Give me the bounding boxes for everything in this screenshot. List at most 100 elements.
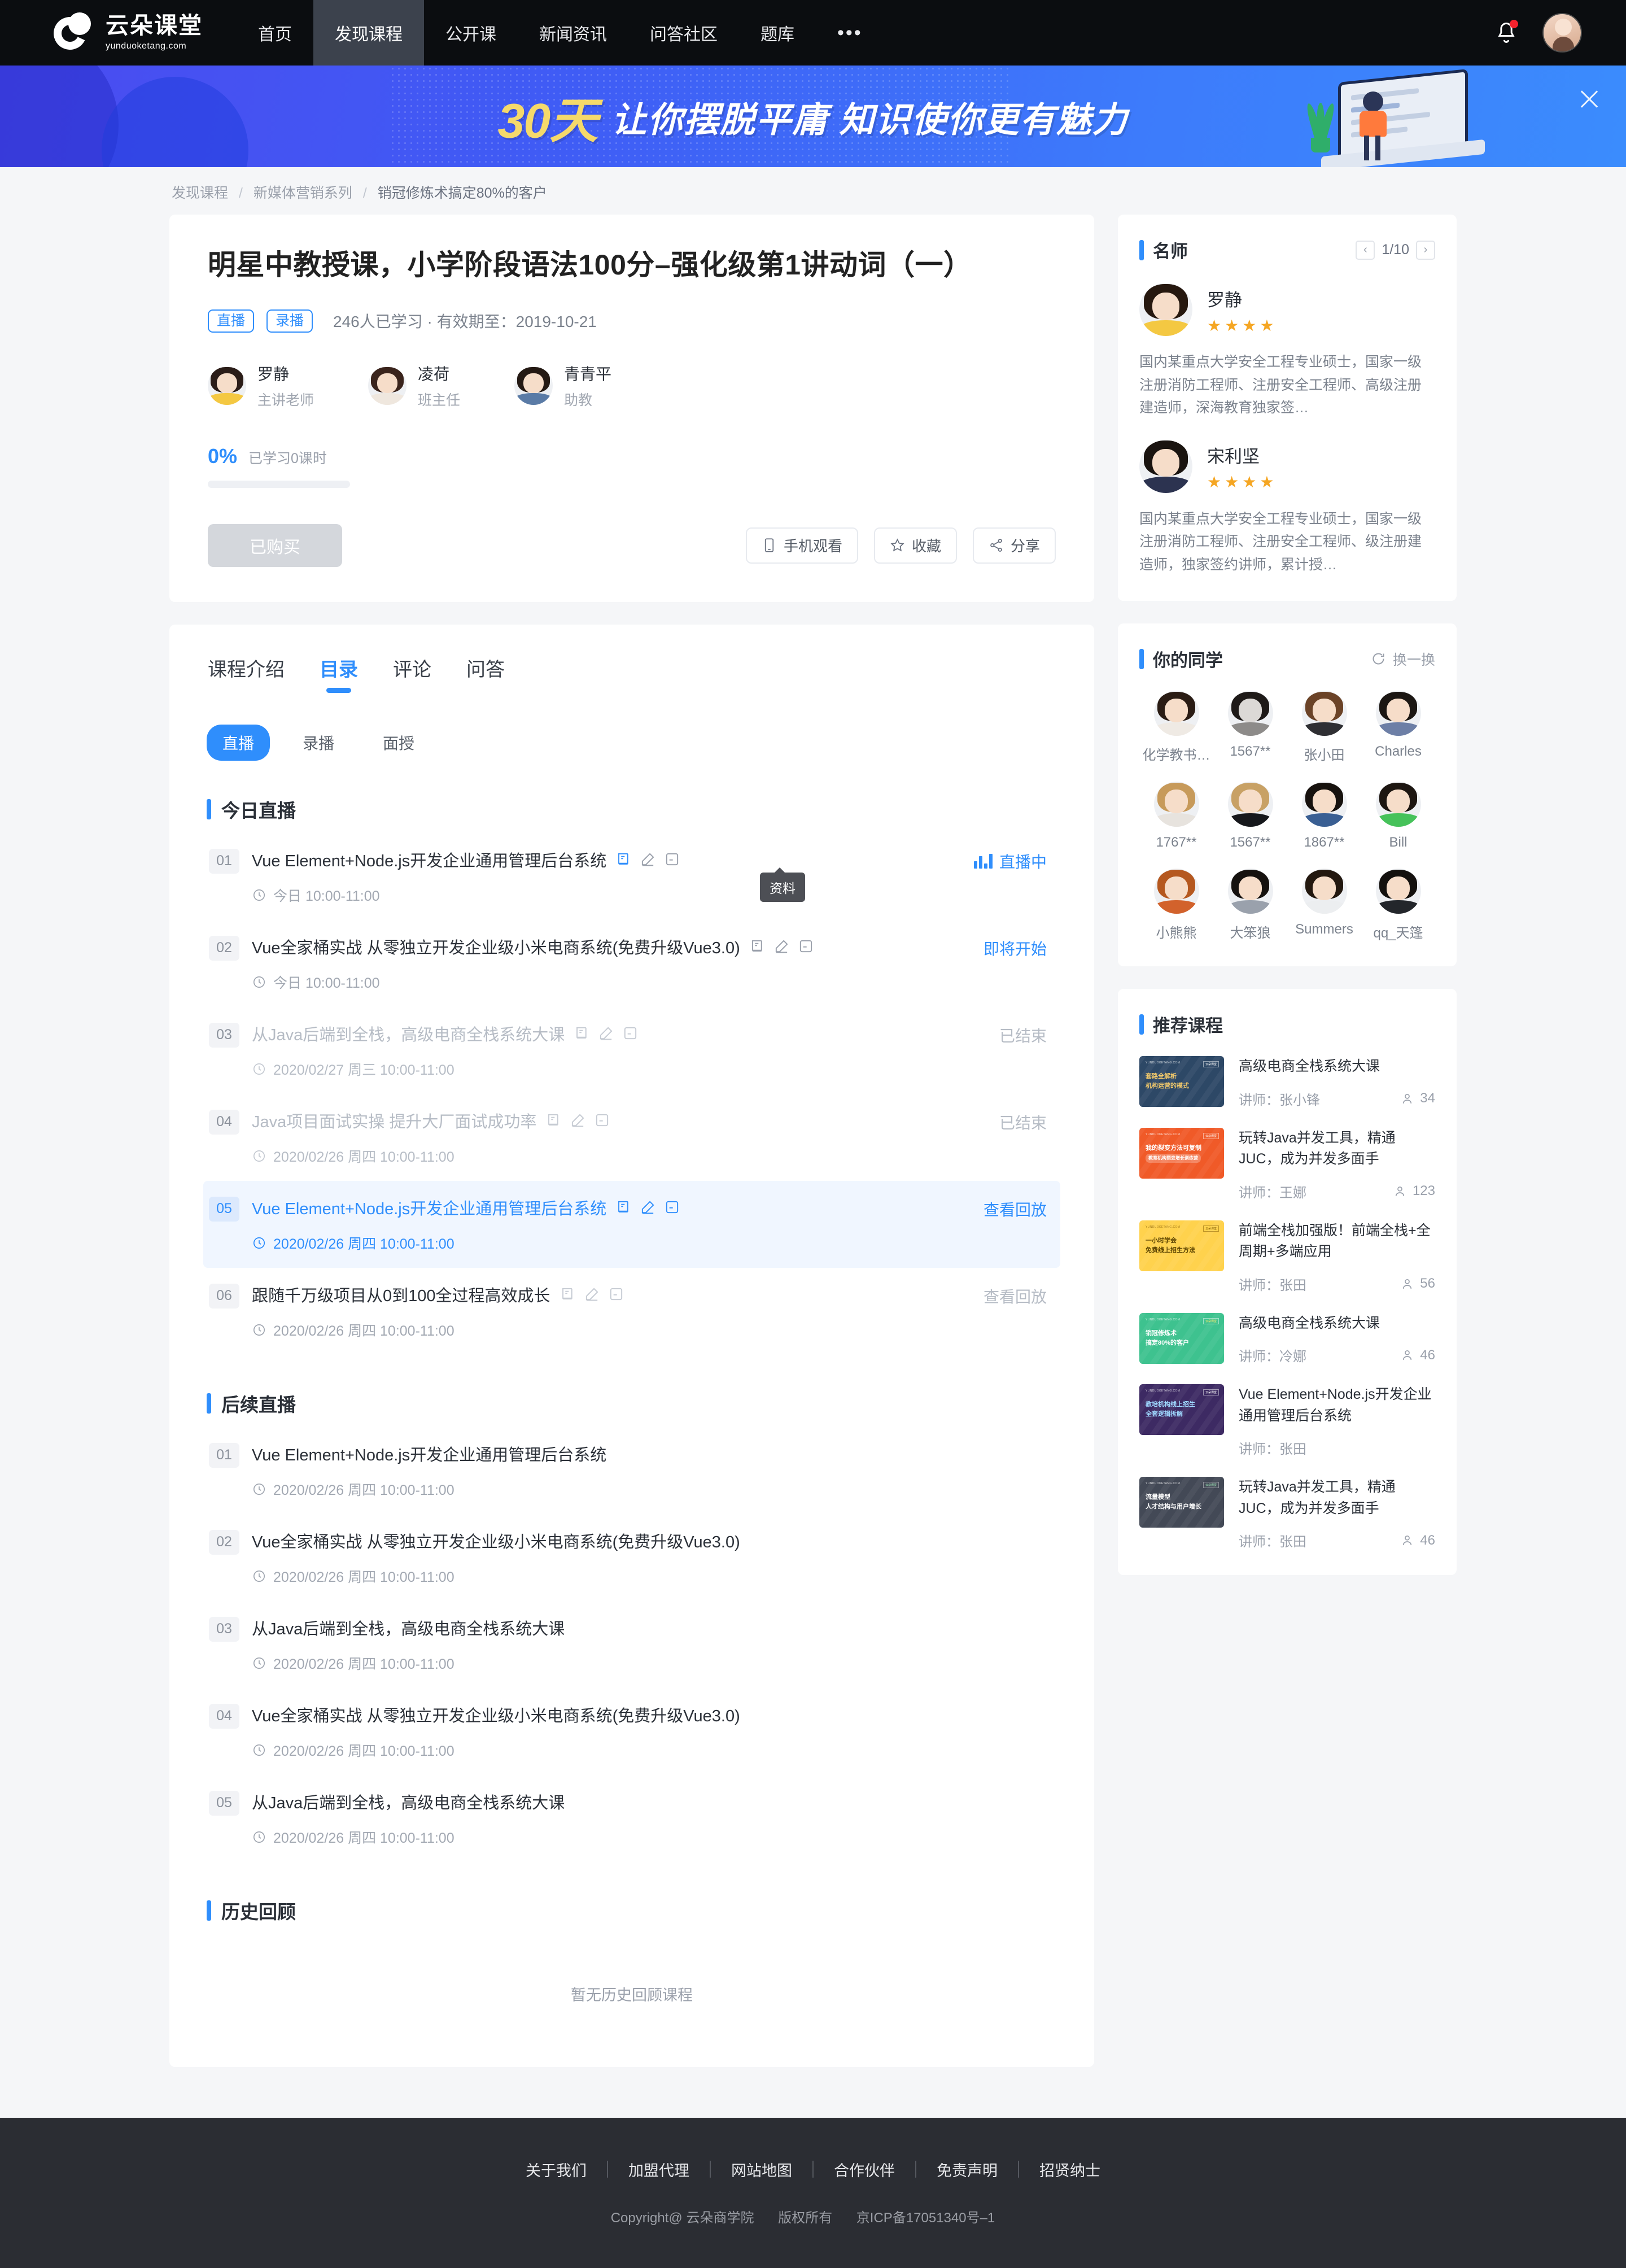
subtab-live[interactable]: 直播	[207, 724, 270, 761]
table-row[interactable]: 01 Vue Element+Node.js开发企业通用管理后台系统 2020/…	[203, 1427, 1060, 1514]
breadcrumb-separator: /	[362, 185, 367, 201]
watch-on-phone-button[interactable]: 手机观看	[745, 527, 858, 564]
tab-qa[interactable]: 问答	[466, 654, 505, 693]
course-teacher[interactable]: 青青平 助教	[514, 362, 611, 409]
banner-highlight: 30天	[497, 94, 598, 149]
phone-icon	[764, 538, 774, 552]
prev-button[interactable]: ‹	[1356, 240, 1375, 260]
icp-text[interactable]: 京ICP备17051340号–1	[856, 2210, 995, 2226]
list-item[interactable]: 化学教书…	[1139, 691, 1213, 764]
lesson-title: Vue Element+Node.js开发企业通用管理后台系统	[252, 852, 607, 870]
list-item[interactable]: 大笨狼	[1213, 869, 1287, 941]
list-item[interactable]: YUNDUOKETANG.COM 云朵课堂 一小时学会 免费线上招生方法 前端全…	[1139, 1220, 1435, 1294]
book-icon	[751, 940, 762, 952]
list-item[interactable]: YUNDUOKETANG.COM 云朵课堂 套路全解析 机构运营的模式 高级电商…	[1139, 1056, 1435, 1109]
book-icon	[576, 1027, 587, 1039]
table-row[interactable]: 05 Vue Element+Node.js开发企业通用管理后台系统 2020/…	[203, 1180, 1060, 1268]
next-button[interactable]: ›	[1416, 240, 1435, 260]
table-row[interactable]: 01 Vue Element+Node.js开发企业通用管理后台系统 今日 10…	[203, 833, 1060, 920]
progress-bar	[208, 480, 350, 488]
list-item[interactable]: 1567**	[1213, 691, 1287, 764]
teacher-card[interactable]: 罗静 ★ ★ ★ ★ 国内某重点大学安全工程专业硕士，国家一级注册消防工程师、注册安全…	[1139, 283, 1435, 420]
banner-close-icon[interactable]	[1576, 86, 1602, 112]
status-badge[interactable]: 即将开始	[984, 935, 1047, 959]
nav-item-qa-community[interactable]: 问答社区	[628, 0, 739, 66]
status-badge[interactable]: 直播中	[973, 848, 1047, 873]
list-item[interactable]: Bill	[1361, 782, 1435, 851]
notification-bell-icon[interactable]	[1494, 19, 1519, 46]
thumb-line2: 全套逻辑拆解	[1146, 1411, 1183, 1418]
tab-course-intro[interactable]: 课程介绍	[208, 654, 285, 693]
status-badge[interactable]: 查看回放	[984, 1196, 1047, 1220]
promo-banner[interactable]: 30天 让你摆脱平庸 知识使你更有魅力	[0, 66, 1626, 167]
list-item[interactable]: YUNDUOKETANG.COM 云朵课堂 教培机构线上招生 全套逻辑拆解 Vu…	[1139, 1384, 1435, 1458]
thumb-line2: 机构运营的模式	[1146, 1083, 1189, 1089]
course-teacher[interactable]: 罗静 主讲老师	[208, 362, 314, 409]
course-thumbnail: YUNDUOKETANG.COM 云朵课堂 教培机构线上招生 全套逻辑拆解	[1139, 1384, 1224, 1435]
course-teacher[interactable]: 凌荷 班主任	[368, 362, 460, 409]
footer-link-disclaimer[interactable]: 免责声明	[916, 2158, 1018, 2180]
banner-headline: 让你摆脱平庸 知识使你更有魅力	[611, 101, 1129, 139]
nav-more-icon[interactable]: •••	[816, 0, 884, 66]
nav-item-discover-courses[interactable]: 发现课程	[313, 0, 424, 66]
avatar	[1301, 782, 1347, 827]
star-icon: ★	[1225, 473, 1239, 491]
pencil-icon	[642, 853, 654, 866]
subtab-recorded[interactable]: 录播	[287, 725, 350, 761]
logo[interactable]: 云朵课堂 yunduoketang.com	[0, 0, 237, 66]
footer-link-partners[interactable]: 合作伙伴	[814, 2158, 915, 2180]
table-row[interactable]: 02 Vue全家桶实战 从零独立开发企业级小米电商系统(免费升级Vue3.0) …	[203, 1514, 1060, 1601]
tab-catalog[interactable]: 目录	[320, 654, 358, 693]
panel-accent-bar	[1139, 239, 1144, 260]
footer-link-sitemap[interactable]: 网站地图	[711, 2158, 812, 2180]
nav-item-question-bank[interactable]: 题库	[739, 0, 816, 66]
nav-item-open-class[interactable]: 公开课	[424, 0, 518, 66]
teacher-card[interactable]: 宋利坚 ★ ★ ★ ★ 国内某重点大学安全工程专业硕士，国家一级注册消防工程师、注册安…	[1139, 439, 1435, 577]
progress-percent: 0%	[208, 444, 238, 468]
purchased-button[interactable]: 已购买	[208, 524, 342, 567]
table-row[interactable]: 05 从Java后端到全栈，高级电商全栈系统大课 2020/02/26 周四 1…	[203, 1775, 1060, 1862]
list-item[interactable]: qq_天篷	[1361, 869, 1435, 941]
table-row[interactable]: 03 从Java后端到全栈，高级电商全栈系统大课 2020/02/27 周三 1…	[203, 1007, 1060, 1094]
table-row[interactable]: 02 Vue全家桶实战 从零独立开发企业级小米电商系统(免费升级Vue3.0)	[203, 920, 1060, 1007]
list-item[interactable]: 1767**	[1139, 782, 1213, 851]
refresh-icon	[1373, 653, 1384, 665]
favorite-button[interactable]: 收藏	[873, 527, 957, 564]
list-item[interactable]: YUNDUOKETANG.COM 云朵课堂 我的裂变方法可复制 教育机构裂变增长…	[1139, 1127, 1435, 1201]
nav-item-home[interactable]: 首页	[237, 0, 313, 66]
footer-link-careers[interactable]: 招贤纳士	[1019, 2158, 1121, 2180]
table-row[interactable]: 03 从Java后端到全栈，高级电商全栈系统大课 2020/02/26 周四 1…	[203, 1601, 1060, 1688]
people-icon	[1403, 1093, 1412, 1104]
progress-section: 0% 已学习0课时	[208, 444, 1056, 488]
thumb-line2: 免费线上招生方法	[1146, 1246, 1195, 1254]
table-row[interactable]: 04 Java项目面试实操 提升大厂面试成功率 2020/02/26 周四 10…	[203, 1094, 1060, 1181]
list-item[interactable]: 1867**	[1287, 782, 1361, 851]
table-row[interactable]: 04 Vue全家桶实战 从零独立开发企业级小米电商系统(免费升级Vue3.0) …	[203, 1688, 1060, 1775]
list-item[interactable]: YUNDUOKETANG.COM 云朵课堂 销冠修炼术 搞定80%的客户 高级电…	[1139, 1312, 1435, 1366]
footer-link-franchise[interactable]: 加盟代理	[608, 2158, 710, 2180]
teacher-name: 宋利坚	[1207, 447, 1260, 466]
note-icon	[666, 853, 679, 866]
list-item[interactable]: Summers	[1287, 869, 1361, 941]
lesson-number: 04	[209, 1703, 239, 1729]
thumb-line1: 流量模型	[1146, 1494, 1170, 1501]
nav-item-news[interactable]: 新闻资讯	[518, 0, 628, 66]
refresh-button[interactable]: 换一换	[1371, 649, 1435, 669]
breadcrumb-item-2[interactable]: 新媒体营销系列	[253, 185, 352, 201]
table-row[interactable]: 06 跟随千万级项目从0到100全过程高效成长 2020/02/26 周四 10…	[203, 1268, 1060, 1355]
share-button[interactable]: 分享	[972, 527, 1056, 564]
list-item[interactable]: Charles	[1361, 691, 1435, 764]
tab-comments[interactable]: 评论	[393, 654, 431, 693]
user-avatar[interactable]	[1542, 13, 1582, 53]
breadcrumb-item-1[interactable]: 发现课程	[172, 185, 228, 201]
thumb-line2: 人才结构与用户增长	[1146, 1503, 1201, 1510]
status-badge[interactable]: 查看回放	[984, 1283, 1047, 1307]
subtab-offline[interactable]: 面授	[367, 725, 430, 761]
list-item[interactable]: 1567**	[1213, 782, 1287, 851]
list-item[interactable]: 张小田	[1287, 691, 1361, 764]
history-empty-state: 暂无历史回顾课程	[571, 1986, 693, 2004]
list-item[interactable]: YUNDUOKETANG.COM 云朵课堂 流量模型 人才结构与用户增长 玩转J…	[1139, 1477, 1435, 1550]
list-item[interactable]: 小熊熊	[1139, 869, 1213, 941]
footer-link-about[interactable]: 关于我们	[505, 2158, 607, 2180]
lesson-number: 03	[209, 1616, 239, 1642]
